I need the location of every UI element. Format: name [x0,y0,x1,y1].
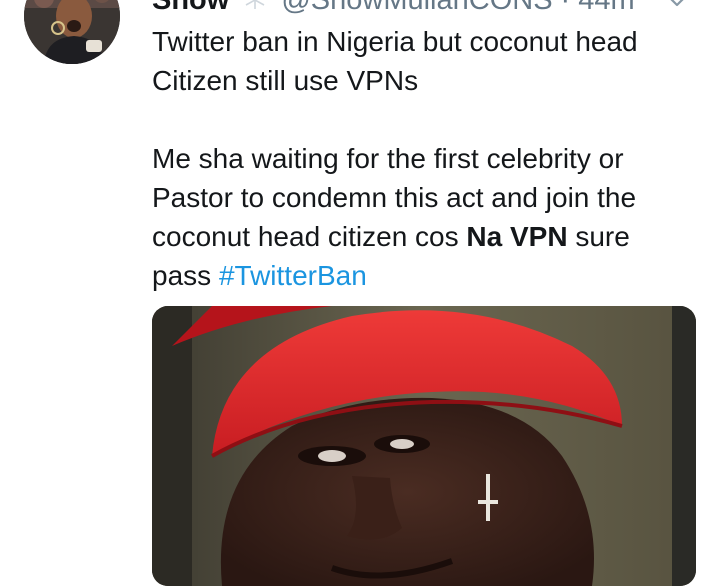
tweet-timestamp[interactable]: 44m [578,0,634,18]
tweet-text-line-1: Twitter ban in Nigeria but coconut head [152,26,638,57]
snowflake-emoji-icon [245,0,265,9]
hashtag-link[interactable]: #TwitterBan [219,260,367,291]
tweet-text-bold: Na VPN [466,221,568,252]
tweet-text-line-2: Citizen still use VPNs [152,65,419,96]
tweet-text: Twitter ban in Nigeria but coconut head … [152,22,692,295]
tweet-header: Snow @SnowMullanCONS · 44m [152,0,635,18]
author-display-name[interactable]: Snow [152,0,229,18]
tweet-text-paragraph-2: Me sha waiting for the first celebrity o… [152,139,692,295]
separator-dot: · [560,0,571,16]
author-handle[interactable]: @SnowMullanCONS [281,0,552,18]
tweet-media-photo[interactable] [152,306,696,586]
profile-photo-icon [24,0,120,64]
photo-red-cap-person-icon [152,306,696,586]
author-avatar[interactable] [24,0,120,64]
chevron-down-icon[interactable] [666,0,688,12]
